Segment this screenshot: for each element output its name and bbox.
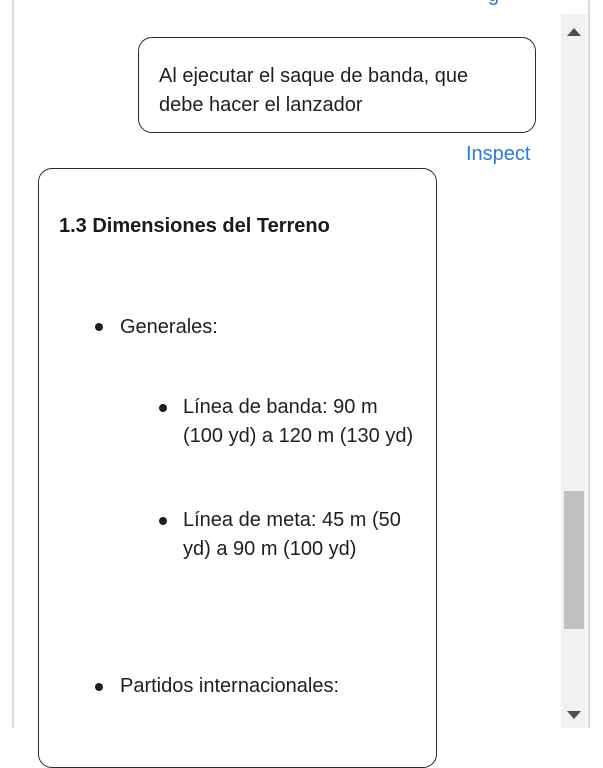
vertical-scrollbar[interactable] bbox=[561, 14, 587, 728]
assistant-message-bubble: 1.3 Dimensiones del Terreno Generales: L… bbox=[38, 168, 437, 768]
sub-list-item-linea-meta: Línea de meta: 45 m (50 yd) a 90 m (100 … bbox=[183, 509, 401, 560]
inspect-link[interactable]: Inspect bbox=[466, 142, 530, 166]
bullet-icon bbox=[95, 683, 103, 691]
scroll-down-arrow-icon[interactable] bbox=[567, 711, 581, 719]
user-message-bubble: Al ejecutar el saque de banda, que debe … bbox=[138, 37, 536, 133]
top-link-fragment[interactable]: g bbox=[488, 0, 502, 5]
bullet-icon bbox=[159, 404, 167, 412]
section-title: 1.3 Dimensiones del Terreno bbox=[59, 215, 330, 237]
sub-list-item-linea-banda: Línea de banda: 90 m (100 yd) a 120 m (1… bbox=[183, 396, 414, 447]
bullet-icon bbox=[95, 323, 103, 331]
scroll-up-arrow-icon[interactable] bbox=[567, 28, 581, 36]
scroll-thumb[interactable] bbox=[564, 491, 584, 629]
list-item-partidos-internacionales: Partidos internacionales: bbox=[120, 675, 340, 697]
bullet-icon bbox=[159, 517, 167, 525]
right-pane-border bbox=[588, 0, 590, 728]
left-pane-border bbox=[12, 0, 14, 728]
list-item-generales: Generales: bbox=[120, 316, 218, 338]
user-message-text: Al ejecutar el saque de banda, que debe … bbox=[159, 65, 469, 116]
chat-window: g Al ejecutar el saque de banda, que deb… bbox=[0, 0, 603, 768]
